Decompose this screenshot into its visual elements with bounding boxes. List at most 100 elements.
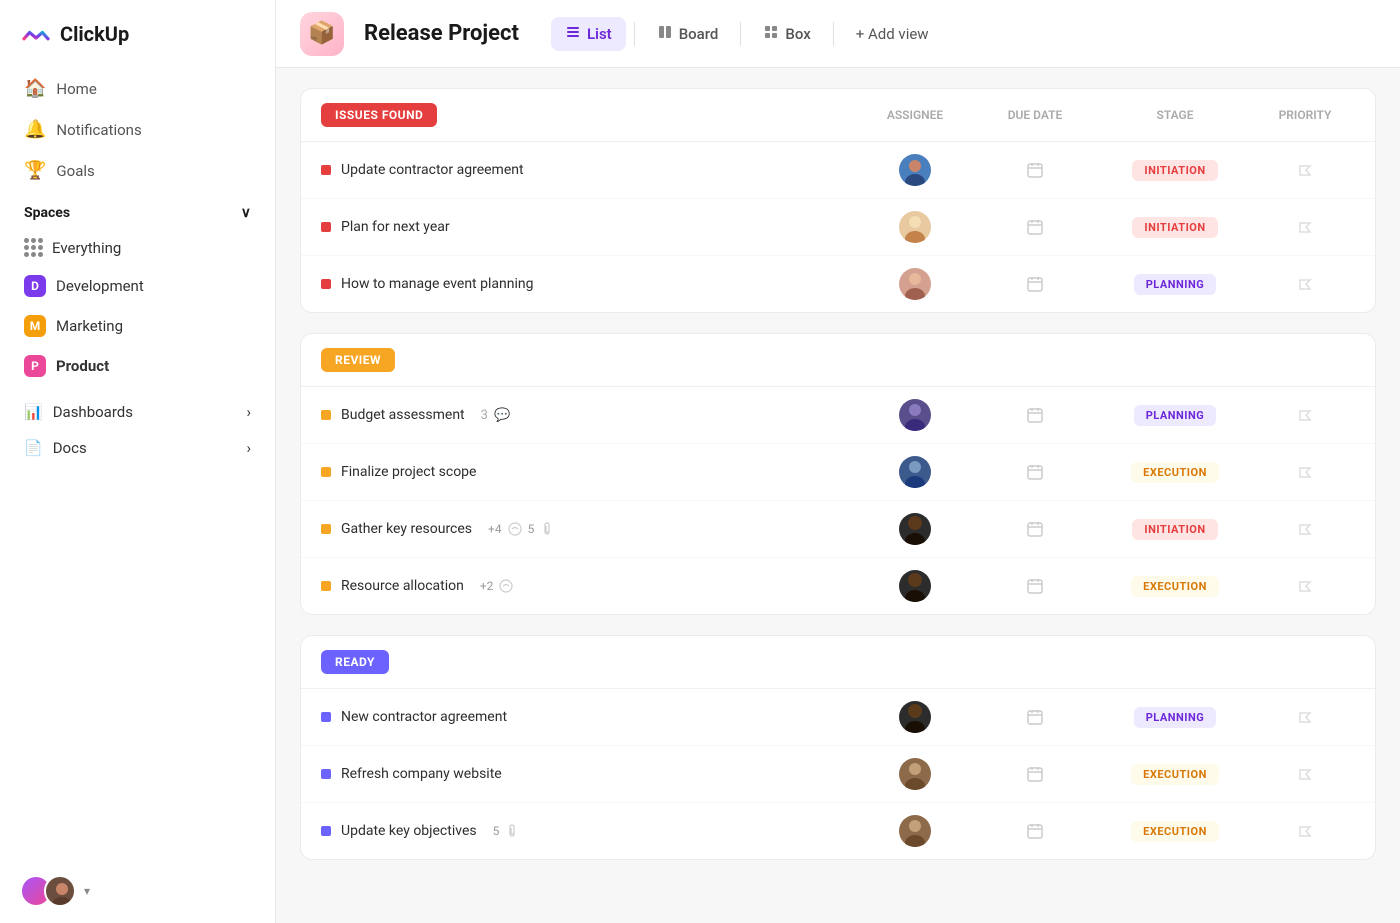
task-meta: 5 — [493, 824, 520, 838]
add-view-button[interactable]: + Add view — [842, 18, 943, 50]
tab-board[interactable]: Board — [643, 17, 733, 51]
table-row[interactable]: Update contractor agreement INITIATION — [301, 142, 1375, 199]
board-tab-icon — [657, 24, 673, 44]
attach-icon — [540, 522, 554, 536]
stage-badge: INITIATION — [1132, 160, 1217, 181]
sidebar-item-development[interactable]: D Development — [12, 266, 263, 306]
sidebar-item-product-label: Product — [56, 357, 109, 375]
sidebar-item-notifications[interactable]: 🔔 Notifications — [12, 109, 263, 150]
table-row[interactable]: Budget assessment 3 💬 PLANNING — [301, 387, 1375, 444]
avatar-user2 — [44, 875, 76, 907]
task-priority — [1255, 521, 1355, 537]
table-row[interactable]: Plan for next year INITIATION — [301, 199, 1375, 256]
logo[interactable]: ClickUp — [0, 0, 275, 68]
table-row[interactable]: Update key objectives 5 EXECUTION — [301, 803, 1375, 859]
table-row[interactable]: Finalize project scope EXECUTION — [301, 444, 1375, 501]
stage-badge: INITIATION — [1132, 217, 1217, 238]
task-dot — [321, 222, 331, 232]
home-icon: 🏠 — [24, 78, 46, 99]
docs-chevron-icon: › — [246, 439, 251, 457]
issues-found-badge: ISSUES FOUND — [321, 103, 437, 127]
task-stage: EXECUTION — [1095, 821, 1255, 842]
ready-badge: READY — [321, 650, 389, 674]
tab-list-label: List — [587, 25, 612, 43]
avatar — [899, 513, 931, 545]
sidebar-item-marketing-label: Marketing — [56, 317, 123, 335]
task-due-date — [975, 708, 1095, 726]
stage-badge: EXECUTION — [1131, 576, 1219, 597]
task-stage: INITIATION — [1095, 519, 1255, 540]
avatar — [899, 211, 931, 243]
stage-badge: PLANNING — [1134, 405, 1217, 426]
marketing-badge: M — [24, 315, 46, 337]
spaces-list: Everything D Development M Marketing P P… — [0, 229, 275, 386]
page-header: 📦 Release Project List — [276, 0, 1400, 68]
task-stage: EXECUTION — [1095, 764, 1255, 785]
task-due-date — [975, 275, 1095, 293]
stage-badge: INITIATION — [1132, 519, 1217, 540]
task-stage: PLANNING — [1095, 707, 1255, 728]
task-content: ISSUES FOUND ASSIGNEE DUE DATE STAGE PRI… — [276, 68, 1400, 923]
logo-text: ClickUp — [60, 22, 129, 46]
stage-badge: PLANNING — [1134, 274, 1217, 295]
spaces-header[interactable]: Spaces ∨ — [0, 191, 275, 229]
view-divider3 — [833, 22, 834, 46]
tab-box[interactable]: Box — [749, 17, 824, 51]
subtask-count2: +2 — [480, 579, 494, 593]
task-due-date — [975, 577, 1095, 595]
task-assignee — [855, 399, 975, 431]
user-menu-chevron-icon[interactable]: ▾ — [84, 884, 90, 898]
task-priority — [1255, 276, 1355, 292]
table-row[interactable]: Refresh company website EXECUTION — [301, 746, 1375, 803]
task-dot — [321, 279, 331, 289]
task-priority — [1255, 162, 1355, 178]
sidebar-item-product[interactable]: P Product — [12, 346, 263, 386]
task-priority — [1255, 219, 1355, 235]
tab-list[interactable]: List — [551, 17, 626, 51]
table-row[interactable]: Gather key resources +4 5 — [301, 501, 1375, 558]
col-assignee: ASSIGNEE — [855, 108, 975, 122]
sidebar-nav: 🏠 Home 🔔 Notifications 🏆 Goals — [0, 68, 275, 191]
spaces-label: Spaces — [24, 205, 70, 221]
task-dot — [321, 581, 331, 591]
user-avatars[interactable] — [20, 875, 76, 907]
bell-icon: 🔔 — [24, 119, 46, 140]
avatar — [899, 268, 931, 300]
task-name: Resource allocation — [341, 578, 464, 594]
task-name: Plan for next year — [341, 219, 450, 235]
sidebar-item-home[interactable]: 🏠 Home — [12, 68, 263, 109]
task-name: How to manage event planning — [341, 276, 533, 292]
avatar — [899, 399, 931, 431]
col-due-date: DUE DATE — [975, 108, 1095, 122]
sidebar-sections: 📊 Dashboards › 📄 Docs › — [0, 386, 275, 474]
sidebar-item-goals[interactable]: 🏆 Goals — [12, 150, 263, 191]
task-due-date — [975, 161, 1095, 179]
spaces-chevron-icon: ∨ — [241, 205, 251, 221]
development-badge: D — [24, 275, 46, 297]
task-stage: PLANNING — [1095, 405, 1255, 426]
attach-icon3 — [505, 824, 519, 838]
sidebar-item-marketing[interactable]: M Marketing — [12, 306, 263, 346]
sidebar-item-notifications-label: Notifications — [56, 121, 141, 139]
task-assignee — [855, 570, 975, 602]
table-row[interactable]: Resource allocation +2 EXECUTION — [301, 558, 1375, 614]
task-assignee — [855, 211, 975, 243]
task-priority — [1255, 823, 1355, 839]
sidebar-footer: ▾ — [0, 859, 275, 923]
avatar — [899, 570, 931, 602]
table-row[interactable]: New contractor agreement PLANNING — [301, 689, 1375, 746]
add-view-label: + Add view — [856, 25, 929, 43]
sidebar-item-docs[interactable]: 📄 Docs › — [12, 430, 263, 466]
view-tabs: List Board — [551, 17, 943, 51]
sidebar-item-home-label: Home — [56, 80, 96, 98]
box-tab-icon — [763, 24, 779, 44]
sidebar-item-everything[interactable]: Everything — [12, 229, 263, 266]
table-row[interactable]: How to manage event planning PLANNING — [301, 256, 1375, 312]
task-name: New contractor agreement — [341, 709, 507, 725]
col-stage: STAGE — [1095, 108, 1255, 122]
dashboards-chevron-icon: › — [246, 403, 251, 421]
task-priority — [1255, 407, 1355, 423]
list-tab-icon — [565, 24, 581, 44]
sidebar-item-dashboards[interactable]: 📊 Dashboards › — [12, 394, 263, 430]
link-icon — [508, 522, 522, 536]
